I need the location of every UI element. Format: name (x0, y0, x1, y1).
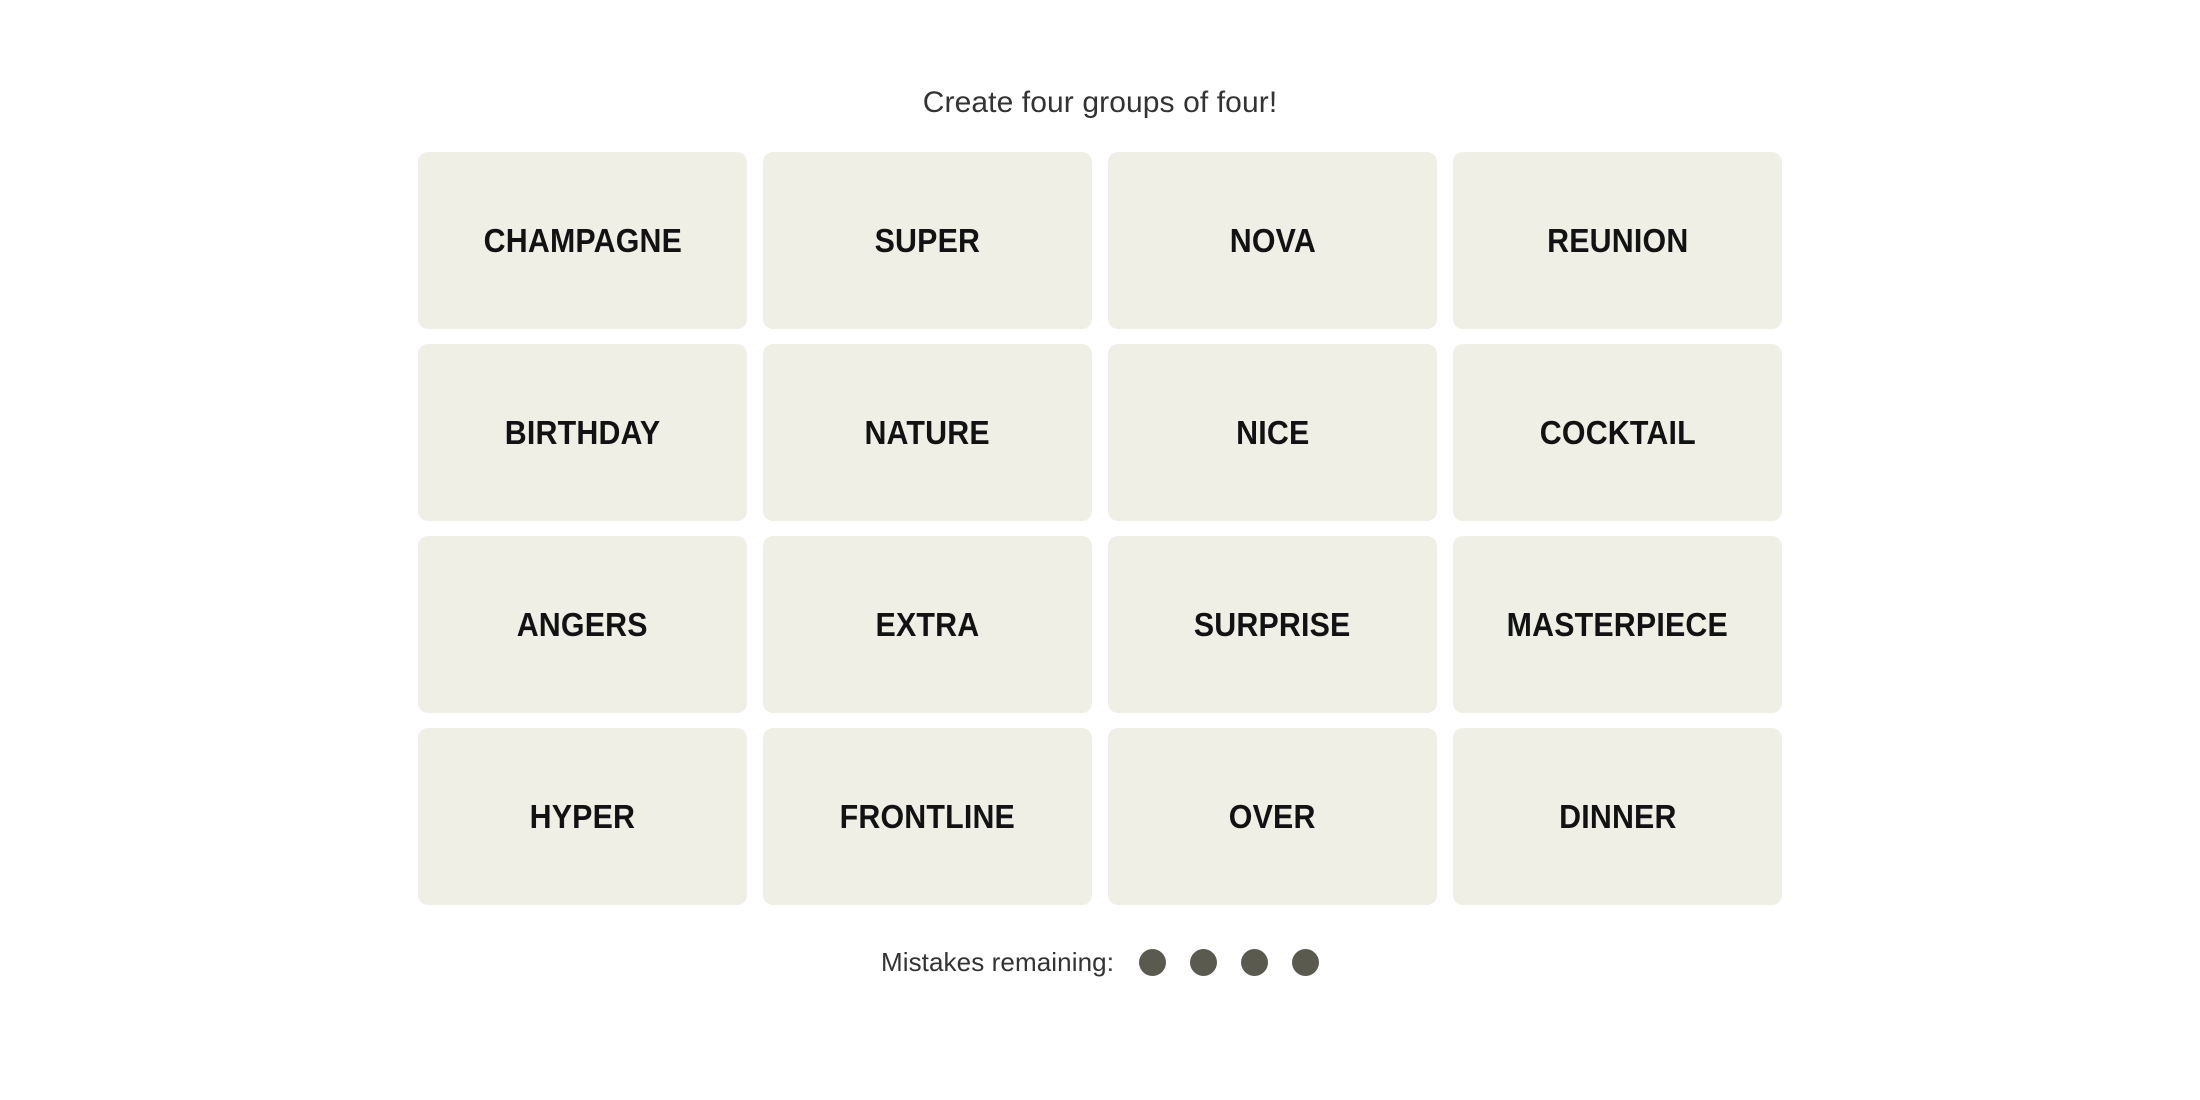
word-tile-super[interactable]: SUPER (763, 152, 1092, 329)
word-tile-cocktail[interactable]: COCKTAIL (1453, 344, 1782, 521)
word-tile-label: COCKTAIL (1539, 414, 1696, 451)
word-tile-label: NICE (1235, 414, 1310, 451)
word-tile-birthday[interactable]: BIRTHDAY (418, 344, 747, 521)
word-tile-dinner[interactable]: DINNER (1453, 728, 1782, 905)
word-tile-nature[interactable]: NATURE (763, 344, 1092, 521)
word-tile-label: NATURE (864, 414, 991, 451)
word-tile-label: HYPER (529, 798, 636, 835)
word-tile-masterpiece[interactable]: MASTERPIECE (1453, 536, 1782, 713)
mistakes-remaining: Mistakes remaining: (880, 947, 1320, 978)
mistake-dot-1 (1139, 949, 1167, 976)
word-grid: CHAMPAGNE SUPER NOVA REUNION BIRTHDAY NA… (418, 152, 1782, 905)
word-tile-label: OVER (1229, 798, 1316, 835)
connections-game: Create four groups of four! CHAMPAGNE SU… (0, 0, 2200, 1100)
mistakes-dot-group (1139, 949, 1320, 976)
word-tile-label: REUNION (1546, 222, 1689, 259)
mistake-dot-3 (1241, 949, 1269, 976)
word-tile-frontline[interactable]: FRONTLINE (763, 728, 1092, 905)
word-tile-label: NOVA (1229, 222, 1316, 259)
word-tile-label: MASTERPIECE (1506, 606, 1729, 643)
word-tile-label: SURPRISE (1194, 606, 1351, 643)
word-tile-hyper[interactable]: HYPER (418, 728, 747, 905)
word-tile-label: CHAMPAGNE (483, 222, 682, 259)
word-tile-extra[interactable]: EXTRA (763, 536, 1092, 713)
page-title: Create four groups of four! (922, 86, 1278, 119)
mistake-dot-4 (1292, 949, 1320, 976)
word-tile-nice[interactable]: NICE (1108, 344, 1437, 521)
word-tile-angers[interactable]: ANGERS (418, 536, 747, 713)
word-tile-over[interactable]: OVER (1108, 728, 1437, 905)
word-tile-label: ANGERS (516, 606, 648, 643)
word-tile-label: FRONTLINE (839, 798, 1016, 835)
word-tile-reunion[interactable]: REUNION (1453, 152, 1782, 329)
word-tile-label: EXTRA (875, 606, 980, 643)
word-tile-nova[interactable]: NOVA (1108, 152, 1437, 329)
mistakes-remaining-label: Mistakes remaining: (880, 947, 1115, 977)
word-tile-champagne[interactable]: CHAMPAGNE (418, 152, 747, 329)
mistake-dot-2 (1190, 949, 1218, 976)
word-tile-label: BIRTHDAY (504, 414, 661, 451)
word-tile-label: DINNER (1558, 798, 1677, 835)
word-tile-label: SUPER (874, 222, 981, 259)
word-tile-surprise[interactable]: SURPRISE (1108, 536, 1437, 713)
